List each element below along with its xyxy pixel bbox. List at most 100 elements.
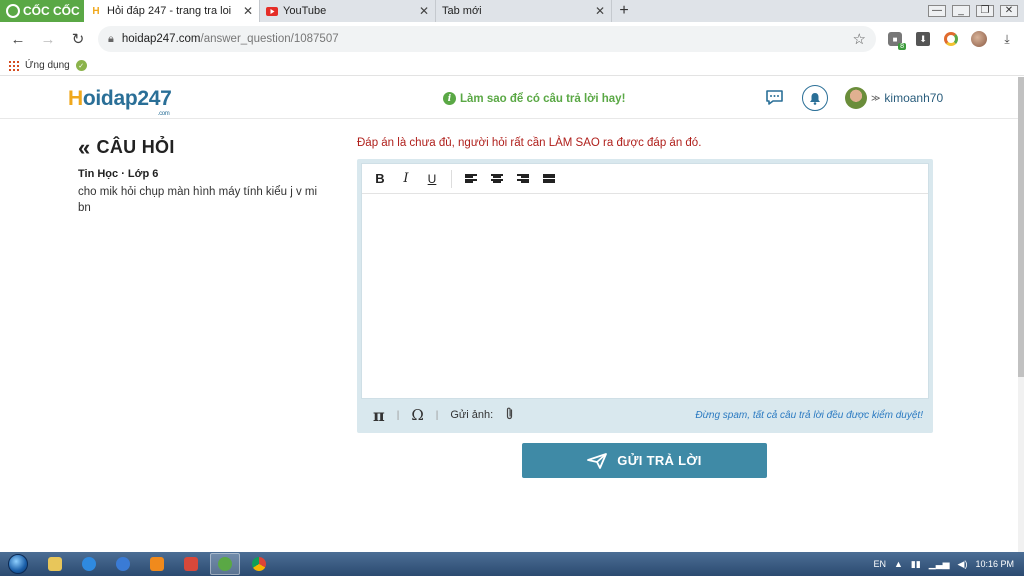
youtube-icon (266, 5, 278, 17)
bookmark-favicon-icon[interactable]: ✓ (75, 60, 87, 71)
align-right-icon[interactable] (513, 169, 533, 189)
hoidap-favicon-icon: H (92, 5, 100, 17)
taskbar-ie[interactable] (74, 553, 104, 575)
browser-tab-bar: CỐC CỐC H Hỏi đáp 247 - trang tra loi ✕ … (0, 0, 1024, 22)
apps-bookmark[interactable]: Ứng dụng (25, 60, 70, 71)
underline-button[interactable]: U (422, 169, 442, 189)
answer-tip-link[interactable]: i Làm sao để có câu trả lời hay! (443, 92, 625, 105)
site-logo[interactable]: Hoidap247 .com (68, 87, 172, 117)
coccoc-extension-icon[interactable] (942, 30, 960, 48)
ie-icon (82, 557, 96, 571)
windows-taskbar: EN ▲ ▮▮ ▁▃▅ ◀) 10:16 PM (0, 552, 1024, 576)
browser-icon (116, 557, 130, 571)
close-tab-icon[interactable]: ✕ (243, 4, 253, 18)
back-icon[interactable]: ← (8, 29, 28, 49)
tab-title: Hỏi đáp 247 - trang tra loi (107, 5, 232, 17)
profile-avatar[interactable] (970, 30, 988, 48)
tab-youtube[interactable]: YouTube ✕ (260, 0, 436, 22)
answer-hint: Đáp án là chưa đủ, người hỏi rất cần LÀM… (357, 137, 702, 149)
chrome-icon (252, 557, 266, 571)
math-formula-button[interactable]: π (373, 406, 385, 425)
editor-toolbar: B I U (362, 164, 928, 194)
editor-footer: π | Ω | Gửi ảnh: Đừng spam, tất cả câu t… (361, 401, 929, 429)
paperclip-icon[interactable] (505, 407, 514, 423)
notification-bell-icon[interactable] (802, 85, 828, 111)
footer-divider: | (435, 409, 439, 421)
coccoc-menu-button[interactable]: CỐC CỐC (0, 0, 84, 22)
align-justify-icon[interactable] (539, 169, 559, 189)
user-switch-icon[interactable]: — (928, 5, 946, 17)
close-window-icon[interactable]: ✕ (1000, 5, 1018, 17)
forward-icon[interactable]: → (38, 29, 58, 49)
restore-icon[interactable]: ❐ (976, 5, 994, 17)
extension-download-icon[interactable]: ⬇ (914, 30, 932, 48)
close-tab-icon[interactable]: ✕ (595, 4, 605, 18)
taskbar-explorer[interactable] (40, 553, 70, 575)
tab-hoidap247[interactable]: H Hỏi đáp 247 - trang tra loi ✕ (84, 0, 260, 22)
apps-grid-icon[interactable] (9, 60, 19, 71)
align-center-icon[interactable] (487, 169, 507, 189)
tray-arrow-icon[interactable]: ▲ (894, 559, 903, 569)
info-icon: i (443, 92, 456, 105)
double-chevron-left-icon: « (78, 134, 91, 160)
minimize-icon[interactable]: _ (952, 5, 970, 17)
folder-icon (48, 557, 62, 571)
url-path: /answer_question/1087507 (200, 33, 339, 45)
answer-editor: B I U (361, 163, 929, 399)
taskbar-coccoc[interactable] (210, 553, 240, 575)
brand-label: CỐC CỐC (23, 4, 80, 18)
italic-button[interactable]: I (396, 169, 416, 189)
site-header: Hoidap247 .com i Làm sao để có câu trả lờ… (0, 77, 1018, 119)
taskbar-chrome-1[interactable] (108, 553, 138, 575)
page-scrollbar[interactable] (1018, 77, 1024, 552)
user-menu[interactable]: ≫ kimoanh70 (845, 87, 943, 109)
web-page: Hoidap247 .com i Làm sao để có câu trả lờ… (0, 77, 1024, 552)
back-to-question-link[interactable]: « CÂU HỎI (78, 134, 175, 160)
new-tab-button[interactable]: + (612, 0, 636, 22)
special-characters-button[interactable]: Ω (411, 406, 423, 424)
align-left-icon[interactable] (461, 169, 481, 189)
bold-button[interactable]: B (370, 169, 390, 189)
answer-textarea[interactable] (362, 194, 928, 398)
question-subject-grade: Tin Học · Lớp 6 (78, 168, 159, 180)
system-tray: EN ▲ ▮▮ ▁▃▅ ◀) 10:16 PM (873, 559, 1024, 570)
bookmark-star-icon[interactable]: ☆ (853, 30, 866, 48)
paint-icon (184, 557, 198, 571)
clock[interactable]: 10:16 PM (975, 559, 1014, 569)
tab-title: YouTube (283, 5, 327, 17)
url-host: hoidap247.com (121, 33, 201, 45)
chevron-down-icon: ≫ (871, 92, 881, 103)
start-button[interactable] (0, 552, 36, 576)
submit-label: GỬI TRẢ LỜI (617, 453, 702, 468)
window-controls: — _ ❐ ✕ (928, 0, 1024, 22)
volume-icon[interactable]: ◀) (958, 559, 968, 570)
coccoc-logo-icon (6, 4, 20, 18)
close-tab-icon[interactable]: ✕ (419, 4, 429, 18)
scrollbar-thumb[interactable] (1018, 77, 1024, 377)
screen: CỐC CỐC H Hỏi đáp 247 - trang tra loi ✕ … (0, 0, 1024, 576)
question-text: cho mik hỏi chụp màn hình máy tính kiểu … (78, 186, 318, 214)
taskbar-paint[interactable] (176, 553, 206, 575)
address-bar[interactable]: 🔒︎ hoidap247.com/answer_question/1087507… (98, 26, 876, 52)
send-image-label: Gửi ảnh: (450, 409, 494, 421)
answer-editor-container: B I U π | Ω | Gửi ảnh: Đừng spam, tất cả… (357, 159, 933, 433)
extension-adblock-icon[interactable]: ■ 8 (886, 30, 906, 50)
reload-icon[interactable]: ↻ (68, 29, 88, 49)
coccoc-icon (218, 557, 232, 571)
chat-icon[interactable] (765, 89, 784, 106)
submit-answer-button[interactable]: GỬI TRẢ LỜI (522, 443, 767, 478)
taskbar-chrome[interactable] (244, 553, 274, 575)
taskbar-media[interactable] (142, 553, 172, 575)
footer-divider: | (396, 409, 400, 421)
toolbar-divider (451, 169, 452, 188)
tab-title: Tab mới (442, 5, 482, 17)
username: kimoanh70 (884, 91, 944, 105)
send-plane-icon (587, 452, 608, 469)
signal-icon[interactable]: ▁▃▅ (929, 559, 950, 570)
browser-toolbar: ← → ↻ 🔒︎ hoidap247.com/answer_question/1… (0, 22, 1024, 56)
tip-text: Làm sao để có câu trả lời hay! (460, 92, 626, 105)
downloads-icon[interactable]: ⤓ (998, 30, 1016, 48)
network-icon[interactable]: ▮▮ (911, 559, 921, 570)
language-indicator[interactable]: EN (873, 559, 886, 569)
tab-new-tab[interactable]: Tab mới ✕ (436, 0, 612, 22)
